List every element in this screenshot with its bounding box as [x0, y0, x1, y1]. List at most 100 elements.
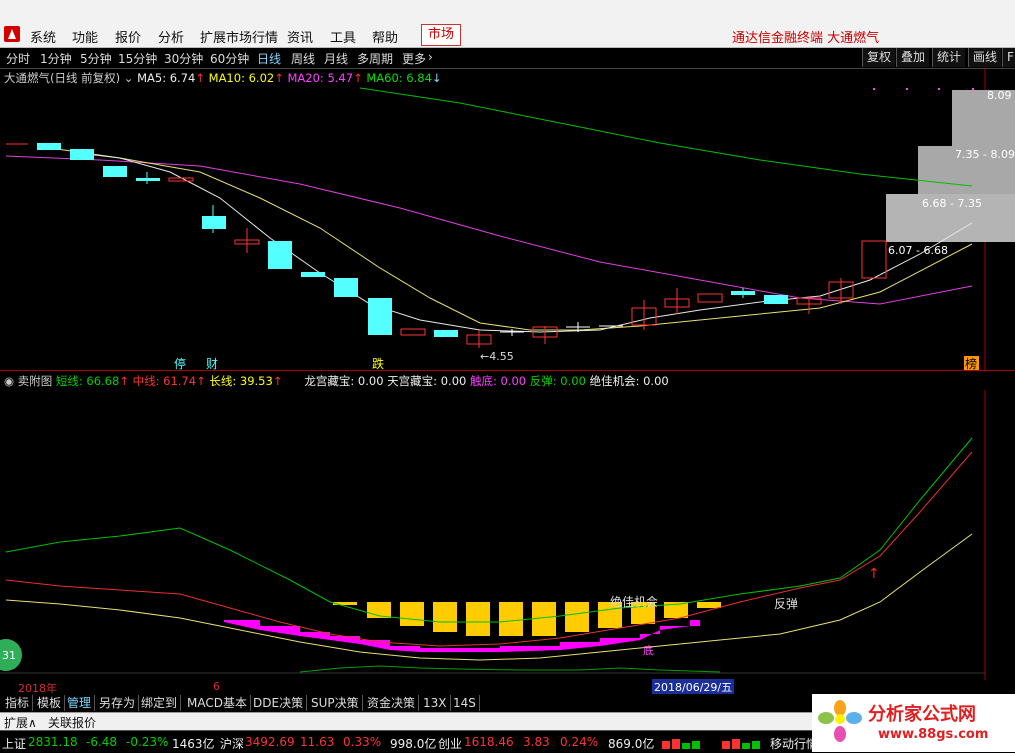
flower-logo-icon [818, 700, 862, 744]
sz-index-label[interactable]: 沪深 [220, 735, 244, 752]
statistics-button[interactable]: 统计 [932, 48, 966, 67]
tab-macd[interactable]: MACD基本 [184, 695, 251, 711]
period-toolbar: 分时 1分钟 5分钟 15分钟 30分钟 60分钟 日线 周线 月线 多周期 更… [0, 48, 1015, 69]
ref-dots [873, 88, 974, 90]
tab-sup[interactable]: SUP决策 [308, 695, 363, 711]
tab-60min[interactable]: 60分钟 [210, 50, 249, 67]
tab-5min[interactable]: 5分钟 [80, 50, 112, 67]
event-mark-rank[interactable]: 榜 [965, 356, 977, 371]
sz-index-change: 11.63 [300, 735, 335, 749]
restore-right-button[interactable]: 复权 [862, 48, 896, 67]
tab-more[interactable]: 更多 [402, 50, 426, 67]
heaven-palace-label: 天宫藏宝: 0.00 [387, 374, 467, 388]
up-arrow-icon: ↑ [272, 374, 283, 388]
more-chevron-icon[interactable]: › [428, 50, 433, 64]
buy-arrow-icon: ↑ [868, 566, 880, 582]
ma60-line [359, 87, 973, 187]
sub-chart-title[interactable]: 卖附图 [18, 374, 53, 388]
menu-tools[interactable]: 工具 [330, 27, 356, 46]
short-line-label: 短线: 66.68 [55, 374, 120, 388]
sh-index-change: -6.48 [86, 735, 118, 749]
cy-index-label[interactable]: 创业 [438, 735, 462, 752]
event-mark-fall[interactable]: 跌 [372, 356, 384, 371]
tab-save-as[interactable]: 另存为 [96, 695, 140, 711]
overlay-button[interactable]: 叠加 [896, 48, 930, 67]
settings-circle-icon[interactable]: ◉ [4, 374, 14, 388]
bottom-touch-area [224, 620, 700, 652]
chip-label-2: 7.35 - 8.09 [955, 148, 1015, 161]
menu-help[interactable]: 帮助 [372, 27, 398, 46]
tab-monthly[interactable]: 月线 [324, 50, 348, 67]
tab-weekly[interactable]: 周线 [291, 50, 315, 67]
sh-index-value: 2831.18 [28, 735, 78, 749]
menu-system[interactable]: 系统 [30, 27, 56, 46]
mid-line-label: 中线: 61.74 [132, 374, 197, 388]
sz-index-pct: 0.33% [343, 735, 382, 749]
tab-fenshi[interactable]: 分时 [6, 50, 30, 67]
chip-label-4: 6.07 - 6.68 [888, 244, 948, 257]
tab-14s[interactable]: 14S [450, 695, 480, 711]
ma5-line [69, 151, 973, 333]
best-chance-annotation: 绝佳机会 [610, 594, 658, 609]
sh-index-volume: 1463亿 [172, 737, 215, 751]
candles [6, 143, 887, 348]
tab-15min[interactable]: 15分钟 [118, 50, 157, 67]
sz-index-volume: 998.0亿 [390, 737, 437, 751]
menu-info[interactable]: 资讯 [287, 27, 313, 46]
best-chance-label: 绝佳机会: 0.00 [589, 374, 669, 388]
cy-index-change: 3.83 [523, 735, 550, 749]
related-quote-button[interactable]: 关联报价 [48, 714, 96, 731]
chip-label-1: 8.09 [987, 89, 1012, 102]
menu-bar: 系统 功能 报价 分析 扩展市场行情 资讯 工具 帮助 市场 通达信金融终端 大… [0, 0, 1015, 48]
sz-index-value: 3492.69 [245, 735, 295, 749]
cy-index-pct: 0.24% [560, 735, 599, 749]
dragon-palace-label: 龙宫藏宝: 0.00 [304, 374, 384, 388]
tab-1min[interactable]: 1分钟 [40, 50, 72, 67]
chip-label-3: 6.68 - 7.35 [922, 197, 982, 210]
watermark-url: www.88gs.com [878, 727, 989, 742]
tab-dde[interactable]: DDE决策 [250, 695, 308, 711]
tab-13x[interactable]: 13X [420, 695, 451, 711]
rebound-annotation: 反弹 [774, 597, 798, 611]
long-line [5, 533, 973, 661]
sub-chart-legend: ◉ 卖附图 短线: 66.68↑ 中线: 61.74↑ 长线: 39.53↑ 龙… [4, 373, 669, 389]
watermark: 分析家公式网 www.88gs.com [812, 694, 1015, 752]
low-price-value: 4.55 [489, 350, 514, 363]
event-mark-finance[interactable]: 财 [206, 357, 218, 371]
cy-index-value: 1618.46 [464, 735, 514, 749]
pane-separator [0, 370, 1015, 371]
tab-template[interactable]: 模板 [34, 695, 66, 711]
low-price-label: ←4.55 [480, 350, 514, 363]
draw-line-button[interactable]: 画线 [968, 48, 1002, 67]
tab-fund[interactable]: 资金决策 [364, 695, 420, 711]
trend-base-line [299, 665, 721, 673]
tab-bind-to[interactable]: 绑定到 [138, 695, 182, 711]
tab-30min[interactable]: 30分钟 [164, 50, 203, 67]
menu-quote[interactable]: 报价 [115, 27, 141, 46]
tab-indicator[interactable]: 指标 [2, 695, 34, 711]
sh-index-pct: -0.23% [126, 735, 169, 749]
tab-daily[interactable]: 日线 [257, 50, 281, 67]
app-logo-icon [4, 26, 20, 42]
expand-button[interactable]: 扩展∧ [4, 714, 37, 731]
short-line [5, 437, 973, 623]
f-button[interactable]: F [1002, 48, 1015, 67]
cy-index-volume: 869.0亿 [608, 737, 655, 751]
event-mark-suspend[interactable]: 停 [174, 356, 186, 371]
kline-chart[interactable]: ←4.55 8.09 7.35 - 8.09 6.68 - 7.35 6.07 … [0, 68, 1015, 372]
tab-multi-period[interactable]: 多周期 [357, 50, 393, 67]
cursor-date: 2018/06/29/五 [652, 679, 735, 695]
rebound-label: 反弹: 0.00 [529, 374, 586, 388]
sh-index-label[interactable]: 上证 [2, 735, 26, 752]
bottom-annotation: 底 [643, 643, 654, 657]
indicator-chart[interactable]: 绝佳机会 反弹 底 ↑ 31 [0, 390, 1015, 680]
menu-function[interactable]: 功能 [72, 27, 98, 46]
menu-analysis[interactable]: 分析 [158, 27, 184, 46]
badge-number: 31 [2, 649, 16, 662]
tab-manage[interactable]: 管理 [64, 695, 96, 711]
menu-ext-market[interactable]: 扩展市场行情 [200, 27, 278, 46]
market-breadth-bars [662, 739, 760, 749]
long-line-label: 长线: 39.53 [209, 374, 273, 388]
market-button[interactable]: 市场 [421, 24, 461, 46]
up-arrow-icon: ↑ [196, 374, 206, 388]
